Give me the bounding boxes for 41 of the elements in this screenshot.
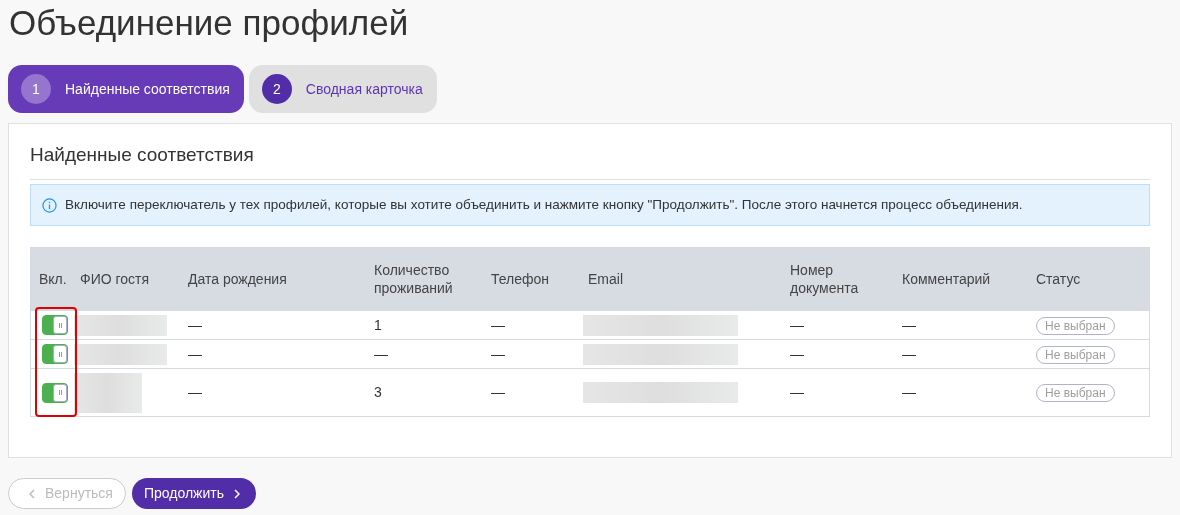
card-title: Найденные соответствия	[30, 143, 255, 167]
column-header: Комментарий	[902, 270, 992, 288]
column-header: ФИО гостя	[80, 270, 151, 288]
info-icon	[42, 197, 57, 213]
toggle-switch[interactable]	[42, 382, 68, 403]
table-cell: —	[188, 345, 202, 362]
column-header: Email	[588, 270, 624, 288]
table-cell: —	[790, 345, 804, 362]
table-cell: 1	[374, 316, 382, 333]
table-cell: —	[374, 345, 388, 362]
column-header: Количество проживаний	[374, 261, 454, 297]
chevron-left-icon	[29, 488, 35, 499]
step-number: 2	[261, 74, 292, 104]
table-cell: —	[491, 345, 505, 362]
step-label: Найденные соответствия	[65, 79, 230, 99]
table-cell: —	[491, 384, 505, 400]
table-cell: —	[902, 345, 916, 362]
step-tab[interactable]: 2 Сводная карточка	[248, 65, 437, 113]
page-title: Объединение профилей	[8, 2, 410, 44]
toggle-switch[interactable]	[42, 315, 68, 335]
column-header: Телефон	[491, 270, 551, 288]
table-cell: —	[790, 384, 804, 400]
table-cell: 3	[374, 384, 382, 400]
table-cell: —	[188, 384, 202, 400]
column-header: Номер документа	[790, 261, 860, 297]
info-text: Включите переключатель у тех профилей, которые вы хотите объединить и нажмите кнопку "Продолжить". После этого начнется процесс объединения.	[65, 195, 1023, 214]
step-number: 1	[21, 74, 51, 104]
step-label: Сводная карточка	[305, 79, 423, 99]
step-tab[interactable]: 1 Найденные соответствия	[8, 65, 244, 113]
column-header: Статус	[1036, 270, 1082, 288]
toggle-switch[interactable]	[42, 344, 68, 364]
table-cell: —	[491, 316, 505, 333]
column-header: Дата рождения	[188, 270, 288, 288]
chevron-right-icon	[234, 488, 240, 499]
table-cell: —	[902, 384, 916, 400]
redacted-bar	[74, 372, 142, 413]
column-header: Вкл.	[38, 270, 68, 288]
table-cell: —	[188, 316, 202, 333]
table-cell: —	[790, 316, 804, 333]
continue-button[interactable]: Продолжить	[131, 478, 256, 509]
table-cell: —	[902, 316, 916, 333]
